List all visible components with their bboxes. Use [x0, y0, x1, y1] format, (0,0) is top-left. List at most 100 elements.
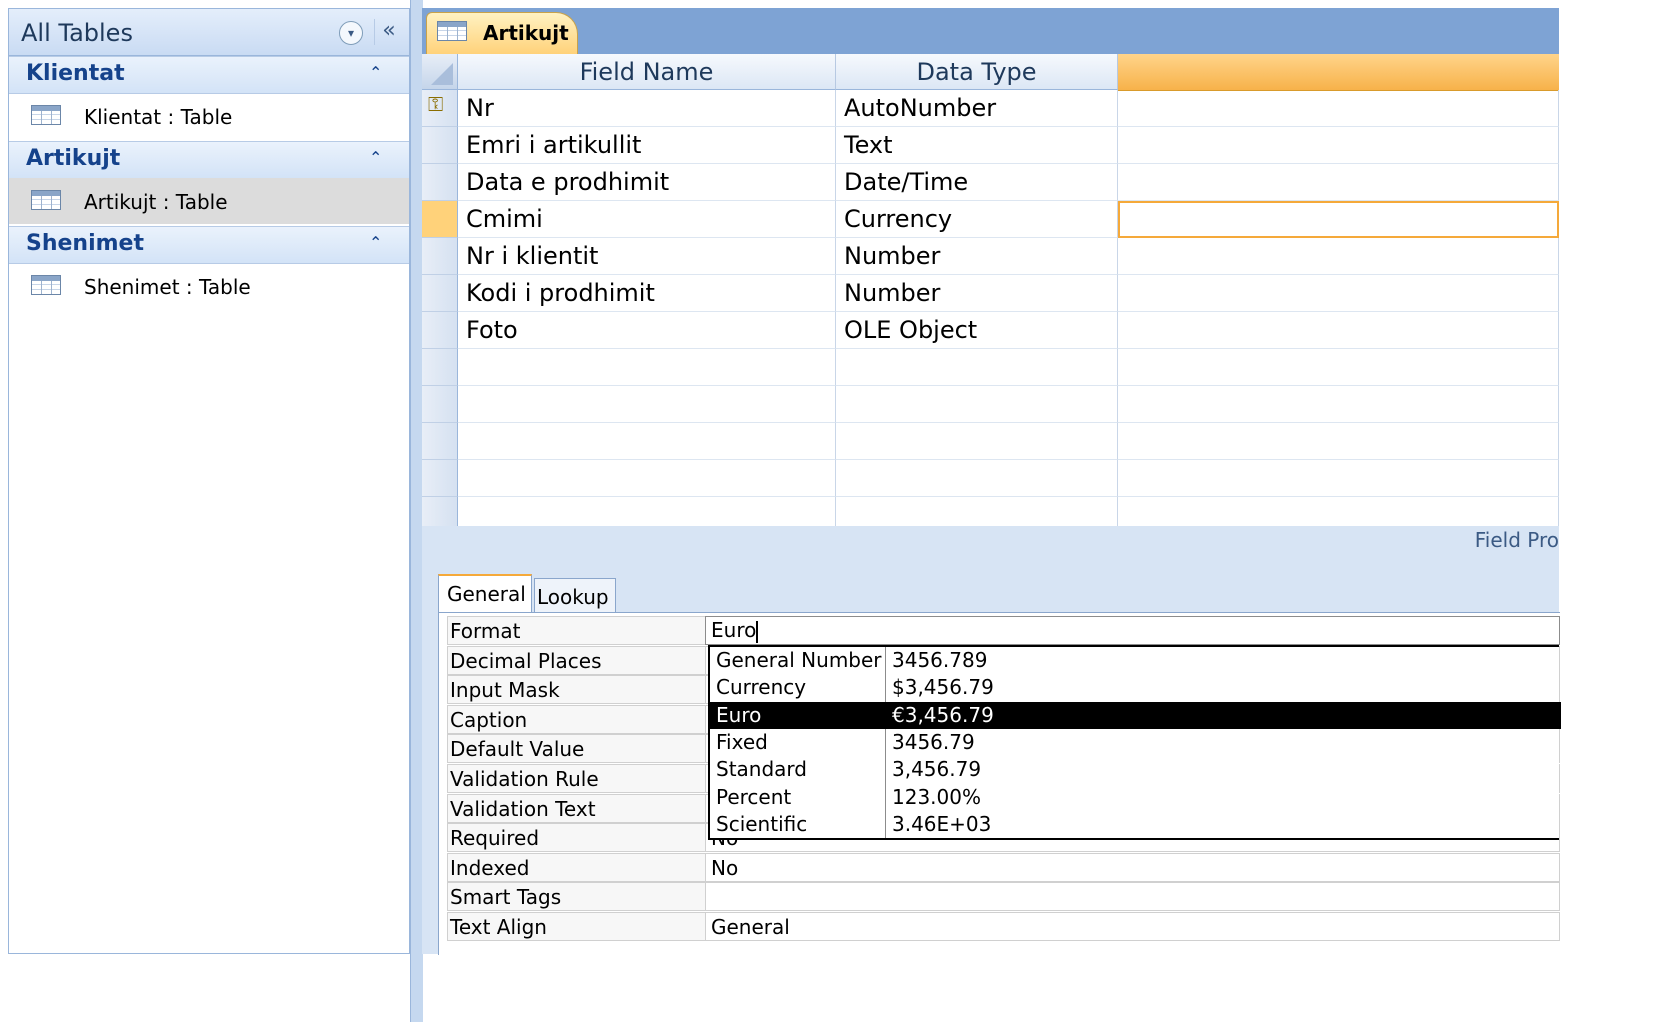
- data-type-cell[interactable]: [836, 349, 1118, 386]
- row-selector[interactable]: [422, 386, 458, 423]
- format-option[interactable]: Standard 3,456.79: [710, 756, 1561, 784]
- data-type-cell[interactable]: AutoNumber: [836, 90, 1118, 127]
- property-label: Text Align: [447, 912, 705, 941]
- format-option[interactable]: Percent 123.00%: [710, 784, 1561, 812]
- description-cell[interactable]: [1118, 460, 1559, 497]
- description-cell[interactable]: [1118, 312, 1559, 349]
- field-name-cell[interactable]: [458, 423, 836, 460]
- description-cell[interactable]: [1118, 386, 1559, 423]
- data-type-cell[interactable]: Number: [836, 275, 1118, 312]
- nav-item-klientat-table[interactable]: Klientat : Table: [9, 93, 409, 139]
- chevron-up-double-icon[interactable]: ⌃: [369, 63, 382, 82]
- nav-pane-menu-icon[interactable]: ▾: [339, 21, 363, 45]
- property-label: Validation Rule: [447, 764, 705, 793]
- format-option[interactable]: Scientific 3.46E+03: [710, 811, 1561, 839]
- format-option[interactable]: Fixed 3456.79: [710, 729, 1561, 757]
- nav-pane-header[interactable]: All Tables ▾ «: [9, 9, 409, 56]
- field-name-cell[interactable]: [458, 497, 836, 526]
- row-selector[interactable]: [422, 238, 458, 275]
- format-dropdown-list[interactable]: General Number 3456.789 Currency $3,456.79 E…: [708, 645, 1561, 840]
- field-name-cell[interactable]: Foto: [458, 312, 836, 349]
- field-name-cell[interactable]: Kodi i prodhimit: [458, 275, 836, 312]
- description-cell[interactable]: [1118, 423, 1559, 460]
- column-header-field-name[interactable]: Field Name: [458, 54, 836, 90]
- property-value[interactable]: No: [705, 852, 1560, 882]
- data-type-cell[interactable]: Currency: [836, 201, 1118, 238]
- property-label: Caption: [447, 704, 705, 734]
- description-cell[interactable]: [1118, 164, 1559, 201]
- field-name-cell[interactable]: Nr: [458, 90, 836, 127]
- table-icon: [31, 275, 61, 295]
- format-input[interactable]: Euro: [705, 616, 1560, 645]
- data-type-cell[interactable]: [836, 423, 1118, 460]
- format-option-sample: €3,456.79: [892, 702, 994, 727]
- tab-lookup[interactable]: Lookup: [534, 578, 616, 614]
- description-cell[interactable]: [1118, 497, 1559, 526]
- property-label: Decimal Places: [447, 645, 705, 675]
- field-name-cell[interactable]: Cmimi: [458, 201, 836, 238]
- field-name-cell[interactable]: [458, 349, 836, 386]
- document-tab-artikujt[interactable]: Artikujt: [426, 12, 578, 54]
- format-option-name: Scientific: [716, 811, 808, 836]
- row-selector[interactable]: [422, 275, 458, 312]
- property-value[interactable]: General: [705, 912, 1560, 941]
- format-option-sample: 3,456.79: [892, 757, 982, 782]
- field-name-cell[interactable]: Nr i klientit: [458, 238, 836, 275]
- row-selector[interactable]: [422, 349, 458, 386]
- format-option[interactable]: Euro €3,456.79: [710, 701, 1561, 730]
- chevron-up-double-icon[interactable]: ⌃: [369, 233, 382, 252]
- format-option-name: Standard: [716, 757, 807, 782]
- row-selector[interactable]: [422, 201, 458, 238]
- select-all-corner[interactable]: [422, 54, 458, 90]
- description-cell[interactable]: [1118, 127, 1559, 164]
- shutter-collapse-icon[interactable]: «: [374, 19, 403, 45]
- table-icon: [31, 190, 61, 210]
- data-type-cell[interactable]: [836, 497, 1118, 526]
- row-selector[interactable]: [422, 127, 458, 164]
- column-header-description[interactable]: [1118, 54, 1559, 91]
- property-label: Input Mask: [447, 675, 705, 705]
- row-selector[interactable]: ⚿: [422, 90, 458, 127]
- field-name-cell[interactable]: Data e prodhimit: [458, 164, 836, 201]
- description-cell[interactable]: [1118, 90, 1559, 127]
- chevron-up-double-icon[interactable]: ⌃: [369, 148, 382, 167]
- format-option-sample: 3.46E+03: [892, 811, 992, 836]
- group-header-artikujt[interactable]: Artikujt ⌃: [9, 141, 409, 179]
- column-header-data-type[interactable]: Data Type: [836, 54, 1118, 90]
- data-type-cell[interactable]: [836, 386, 1118, 423]
- field-name-cell[interactable]: [458, 386, 836, 423]
- description-cell[interactable]: [1118, 275, 1559, 312]
- row-selector[interactable]: [422, 164, 458, 201]
- format-option[interactable]: General Number 3456.789: [710, 647, 1561, 675]
- field-name-cell[interactable]: [458, 460, 836, 497]
- row-selector[interactable]: [422, 312, 458, 349]
- format-option-name: Fixed: [716, 729, 768, 754]
- nav-pane-title: All Tables: [21, 19, 133, 47]
- data-type-cell[interactable]: [836, 460, 1118, 497]
- group-header-klientat[interactable]: Klientat ⌃: [9, 56, 409, 94]
- property-label: Smart Tags: [447, 882, 705, 912]
- format-option-sample: 3456.789: [892, 648, 988, 672]
- data-type-cell[interactable]: Number: [836, 238, 1118, 275]
- tab-general[interactable]: General: [438, 574, 532, 614]
- field-name-cell[interactable]: Emri i artikullit: [458, 127, 836, 164]
- table-icon: [437, 21, 467, 41]
- row-selector[interactable]: [422, 497, 458, 526]
- description-cell[interactable]: [1118, 349, 1559, 386]
- row-selector[interactable]: [422, 423, 458, 460]
- data-type-cell[interactable]: Date/Time: [836, 164, 1118, 201]
- group-header-shenimet[interactable]: Shenimet ⌃: [9, 226, 409, 264]
- property-value[interactable]: [705, 882, 1560, 912]
- data-type-cell[interactable]: Text: [836, 127, 1118, 164]
- primary-key-icon: ⚿: [428, 92, 444, 116]
- format-option-name: Euro: [716, 702, 762, 727]
- nav-item-artikujt-table[interactable]: Artikujt : Table: [9, 178, 409, 224]
- description-cell[interactable]: [1118, 201, 1559, 238]
- row-selector[interactable]: [422, 460, 458, 497]
- data-type-cell[interactable]: OLE Object: [836, 312, 1118, 349]
- format-option-sample: 3456.79: [892, 729, 975, 754]
- description-cell[interactable]: [1118, 238, 1559, 275]
- property-label: Indexed: [447, 852, 705, 882]
- nav-item-shenimet-table[interactable]: Shenimet : Table: [9, 263, 409, 309]
- format-option[interactable]: Currency $3,456.79: [710, 674, 1561, 702]
